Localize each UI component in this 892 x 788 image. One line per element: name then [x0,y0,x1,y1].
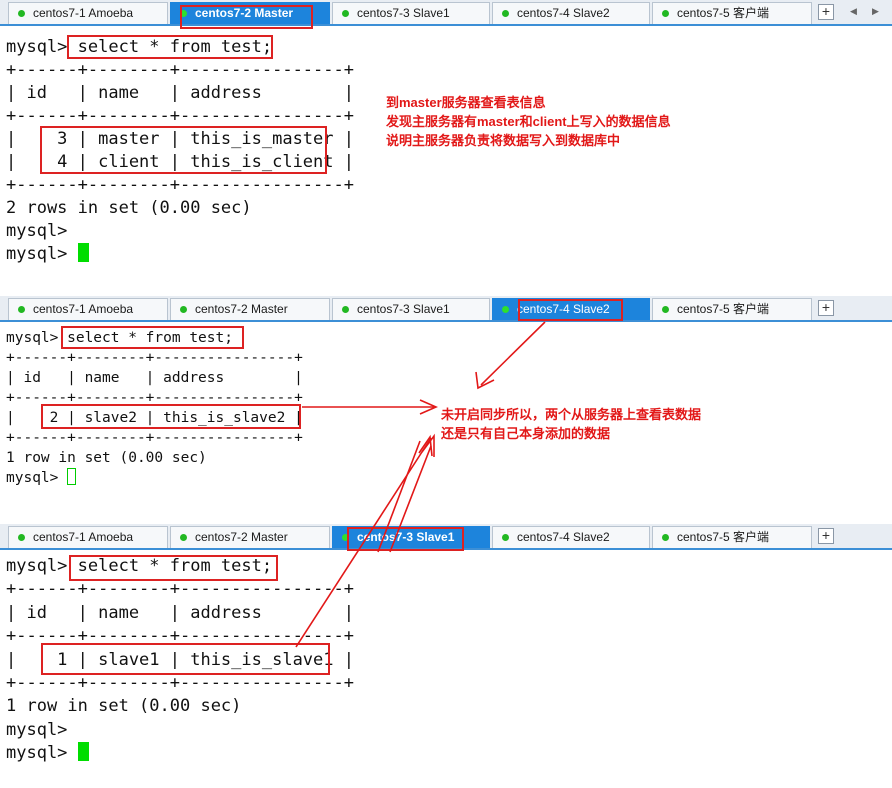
arrow-from-slave2-tab [480,321,546,386]
annotation-arrows [295,321,546,648]
arrow-from-slave1-row [295,437,432,648]
arrow-from-slave1-tab-1 [377,440,421,553]
arrow-from-slave1-tab-2 [389,445,432,553]
